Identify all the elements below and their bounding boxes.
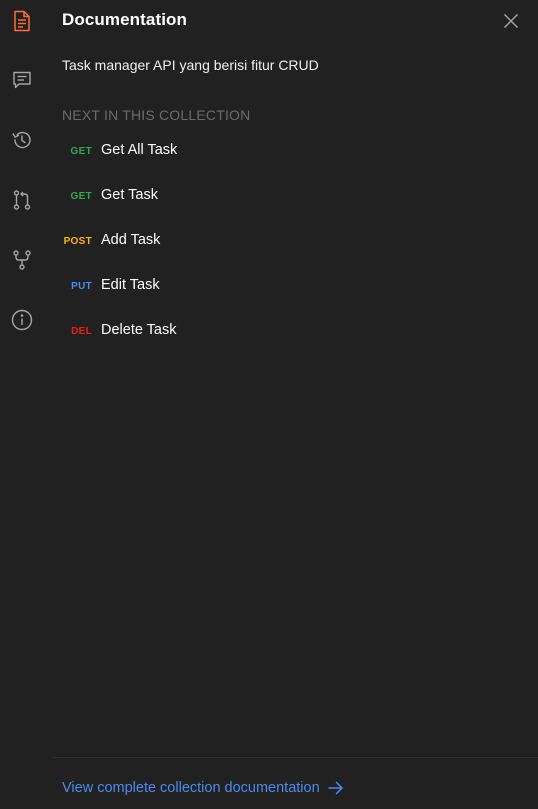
request-name[interactable]: Get All Task <box>101 142 177 158</box>
method-badge: DEL <box>71 326 92 337</box>
arrow-right-icon <box>327 781 344 795</box>
comments-icon[interactable] <box>10 68 34 92</box>
request-item-get-task[interactable]: GET Get Task <box>62 185 522 230</box>
sidebar-rail <box>0 0 44 809</box>
request-list: GET Get All Task GET Get Task POST Add T… <box>62 140 522 365</box>
close-icon <box>504 14 518 28</box>
request-item-get-all-task[interactable]: GET Get All Task <box>62 140 522 185</box>
pull-request-icon[interactable] <box>10 188 34 212</box>
documentation-icon[interactable] <box>10 9 34 33</box>
collection-description: Task manager API yang berisi fitur CRUD <box>62 57 319 73</box>
request-name[interactable]: Edit Task <box>101 277 160 293</box>
request-item-edit-task[interactable]: PUT Edit Task <box>62 275 522 320</box>
history-icon[interactable] <box>10 128 34 152</box>
request-name[interactable]: Delete Task <box>101 322 177 338</box>
fork-icon[interactable] <box>10 248 34 272</box>
method-badge: PUT <box>71 281 92 292</box>
close-button[interactable] <box>501 11 521 31</box>
view-collection-docs-link[interactable]: View complete collection documentation <box>62 780 344 796</box>
request-item-delete-task[interactable]: DEL Delete Task <box>62 320 522 365</box>
request-name[interactable]: Get Task <box>101 187 158 203</box>
footer-divider <box>52 757 538 758</box>
request-item-add-task[interactable]: POST Add Task <box>62 230 522 275</box>
method-badge: GET <box>70 146 92 157</box>
request-name[interactable]: Add Task <box>101 232 160 248</box>
app-window: Documentation Task manager API yang beri… <box>0 0 538 809</box>
method-badge: POST <box>63 236 92 247</box>
documentation-panel: Documentation Task manager API yang beri… <box>52 0 538 809</box>
section-heading: NEXT IN THIS COLLECTION <box>62 107 251 123</box>
panel-title: Documentation <box>62 10 188 29</box>
link-text[interactable]: View complete collection documentation <box>62 780 320 796</box>
info-icon[interactable] <box>10 308 34 332</box>
method-badge: GET <box>70 191 92 202</box>
